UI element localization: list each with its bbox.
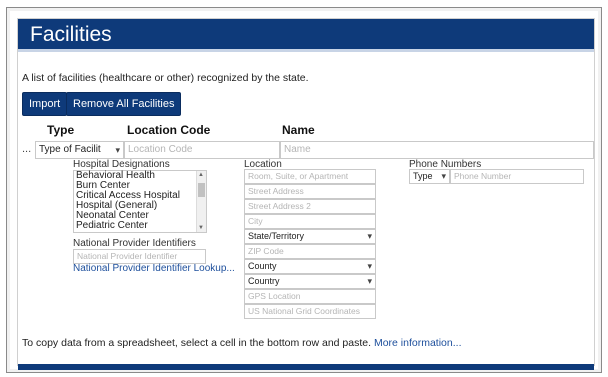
facility-type-value: Type of Facilit	[39, 144, 101, 155]
street-address-placeholder: Street Address	[248, 186, 304, 196]
hospital-designations-label: Hospital Designations	[73, 159, 170, 170]
city-input[interactable]: City	[244, 214, 376, 229]
phone-type-value: Type	[413, 171, 433, 181]
column-header-type: Type	[47, 123, 75, 137]
page-description: A list of facilities (healthcare or othe…	[22, 72, 309, 84]
county-value: County	[248, 261, 277, 271]
county-select[interactable]: County	[244, 259, 376, 274]
phone-type-select[interactable]: Type	[409, 169, 450, 184]
title-bar: Facilities	[18, 19, 594, 52]
facilities-panel: Facilities A list of facilities (healthc…	[17, 18, 595, 370]
npi-lookup-link[interactable]: National Provider Identifier Lookup...	[73, 263, 235, 274]
row-expand-ellipsis[interactable]: ...	[22, 143, 31, 155]
more-information-link[interactable]: More information...	[374, 337, 462, 349]
street-address-2-input[interactable]: Street Address 2	[244, 199, 376, 214]
country-select[interactable]: Country	[244, 274, 376, 289]
listbox-scrollbar[interactable]: ▲ ▼	[196, 171, 206, 232]
room-placeholder: Room, Suite, or Apartment	[248, 171, 349, 181]
gps-location-placeholder: GPS Location	[248, 291, 301, 301]
phone-number-placeholder: Phone Number	[454, 171, 512, 181]
room-input[interactable]: Room, Suite, or Apartment	[244, 169, 376, 184]
list-item[interactable]: Pediatric Center	[74, 221, 206, 231]
gps-location-input[interactable]: GPS Location	[244, 289, 376, 304]
street-address-input[interactable]: Street Address	[244, 184, 376, 199]
usng-coordinates-input[interactable]: US National Grid Coordinates	[244, 304, 376, 319]
paste-instructions: To copy data from a spreadsheet, select …	[22, 337, 462, 349]
location-code-input[interactable]: Location Code	[124, 141, 280, 159]
paste-instructions-text: To copy data from a spreadsheet, select …	[22, 337, 372, 349]
name-input[interactable]: Name	[280, 141, 594, 159]
zip-code-input[interactable]: ZIP Code	[244, 244, 376, 259]
npi-input[interactable]: National Provider Identifier	[73, 249, 206, 264]
usng-coordinates-placeholder: US National Grid Coordinates	[248, 306, 360, 316]
city-placeholder: City	[248, 216, 263, 226]
footer-bar	[18, 364, 594, 370]
remove-all-facilities-button[interactable]: Remove All Facilities	[66, 92, 182, 116]
column-header-location-code: Location Code	[127, 123, 211, 137]
npi-placeholder: National Provider Identifier	[77, 251, 178, 261]
facility-type-select[interactable]: Type of Facilit	[35, 141, 124, 159]
location-code-placeholder: Location Code	[128, 144, 193, 155]
dialog-frame: Facilities A list of facilities (healthc…	[6, 7, 602, 373]
street-address-2-placeholder: Street Address 2	[248, 201, 311, 211]
country-value: Country	[248, 276, 280, 286]
phone-number-input[interactable]: Phone Number	[450, 169, 584, 184]
import-button[interactable]: Import	[22, 92, 68, 116]
npi-label: National Provider Identifiers	[73, 238, 196, 249]
state-territory-select[interactable]: State/Territory	[244, 229, 376, 244]
scroll-down-arrow-icon[interactable]: ▼	[198, 225, 204, 231]
scrollbar-thumb[interactable]	[198, 183, 205, 197]
scroll-up-arrow-icon[interactable]: ▲	[198, 172, 204, 178]
page-title: Facilities	[30, 23, 112, 46]
column-header-name: Name	[282, 123, 315, 137]
name-placeholder: Name	[284, 144, 311, 155]
hospital-designations-list[interactable]: Behavioral Health Burn Center Critical A…	[73, 170, 207, 233]
state-territory-value: State/Territory	[248, 231, 305, 241]
zip-code-placeholder: ZIP Code	[248, 246, 284, 256]
